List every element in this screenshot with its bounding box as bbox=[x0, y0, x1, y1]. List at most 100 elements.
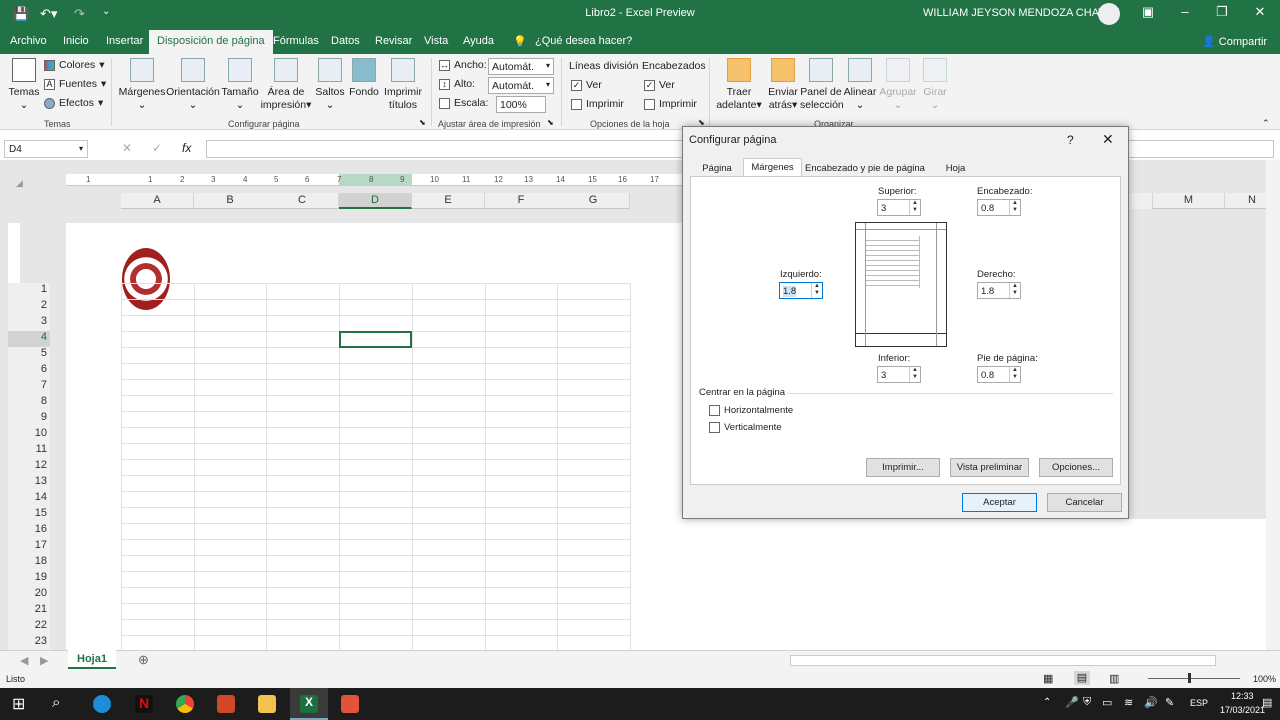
volume-icon[interactable]: 🔊 bbox=[1144, 696, 1158, 709]
column-header-m[interactable]: M bbox=[1152, 193, 1225, 209]
breaks-button[interactable]: Saltos ⌄ bbox=[313, 58, 347, 112]
row-header-15[interactable]: 15 bbox=[8, 507, 50, 523]
column-header-c[interactable]: C bbox=[266, 193, 339, 209]
themes-button[interactable]: Temas ⌄ bbox=[8, 58, 40, 112]
header-margin-input[interactable]: 0.8 ▲ ▼ bbox=[977, 199, 1021, 216]
gridlines-view-checkbox[interactable]: ✓ Ver bbox=[571, 79, 602, 91]
enter-icon[interactable]: ✓ bbox=[152, 141, 162, 155]
row-header-9[interactable]: 9 bbox=[8, 411, 50, 427]
insert-function-icon[interactable]: fx bbox=[182, 141, 191, 155]
background-button[interactable]: Fondo bbox=[347, 58, 381, 99]
row-header-13[interactable]: 13 bbox=[8, 475, 50, 491]
tab-insertar[interactable]: Insertar bbox=[106, 35, 143, 47]
right-margin-input[interactable]: 1.8 ▲ ▼ bbox=[977, 282, 1021, 299]
tab-encabezado-pie[interactable]: Encabezado y pie de página bbox=[805, 160, 925, 177]
colors-button[interactable]: Colores ▾ bbox=[44, 59, 104, 71]
column-header-f[interactable]: F bbox=[485, 193, 558, 209]
row-header-10[interactable]: 10 bbox=[8, 427, 50, 443]
row-header-12[interactable]: 12 bbox=[8, 459, 50, 475]
share-button[interactable]: 👤 Compartir bbox=[1202, 35, 1267, 48]
column-header-a[interactable]: A bbox=[121, 193, 194, 209]
page-layout-view-icon[interactable]: ▤ bbox=[1074, 671, 1090, 685]
row-header-23[interactable]: 23 bbox=[8, 635, 50, 651]
row-header-1[interactable]: 1 bbox=[8, 283, 50, 299]
row-header-21[interactable]: 21 bbox=[8, 603, 50, 619]
restore-icon[interactable]: ❐ bbox=[1212, 4, 1232, 20]
height-select[interactable]: Automát. ▾ bbox=[488, 77, 554, 94]
row-header-7[interactable]: 7 bbox=[8, 379, 50, 395]
help-button[interactable]: ? bbox=[1067, 133, 1074, 147]
powerpoint-icon[interactable] bbox=[217, 695, 235, 713]
effects-button[interactable]: Efectos ▾ bbox=[44, 97, 103, 109]
tab-margenes[interactable]: Márgenes bbox=[743, 158, 802, 178]
align-button[interactable]: Alinear ⌄ bbox=[842, 58, 878, 112]
row-header-22[interactable]: 22 bbox=[8, 619, 50, 635]
horizontal-scrollbar[interactable] bbox=[790, 655, 1216, 666]
row-header-18[interactable]: 18 bbox=[8, 555, 50, 571]
prev-sheet-icon[interactable]: ◀ bbox=[20, 654, 28, 667]
scale-input[interactable]: 100% bbox=[496, 96, 546, 113]
file-explorer-icon[interactable] bbox=[258, 695, 276, 713]
column-header-b[interactable]: B bbox=[194, 193, 267, 209]
dialog-launcher-icon[interactable]: ⬊ bbox=[419, 118, 426, 127]
tray-chevron-icon[interactable]: ⌃ bbox=[1043, 697, 1051, 708]
select-all-icon[interactable]: ◢ bbox=[16, 178, 23, 189]
bring-forward-button[interactable]: Traer adelante▾ bbox=[715, 58, 763, 112]
row-header-8[interactable]: 8 bbox=[8, 395, 50, 411]
language-indicator[interactable]: ESP bbox=[1190, 698, 1208, 708]
close-icon[interactable]: ✕ bbox=[1250, 4, 1270, 20]
footer-margin-input[interactable]: 0.8 ▲ ▼ bbox=[977, 366, 1021, 383]
gridlines-print-checkbox[interactable]: Imprimir bbox=[571, 98, 624, 110]
margins-button[interactable]: Márgenes ⌄ bbox=[118, 58, 166, 112]
university-logo[interactable] bbox=[122, 248, 170, 310]
zoom-slider[interactable] bbox=[1148, 678, 1240, 679]
dialog-launcher-icon[interactable]: ⬊ bbox=[547, 118, 554, 127]
dialog-close-icon[interactable]: ✕ bbox=[1102, 131, 1114, 148]
fonts-button[interactable]: A Fuentes ▾ bbox=[44, 78, 106, 90]
tab-pagina[interactable]: Página bbox=[697, 160, 737, 177]
row-header-20[interactable]: 20 bbox=[8, 587, 50, 603]
netflix-icon[interactable]: N bbox=[135, 695, 153, 713]
size-button[interactable]: Tamaño ⌄ bbox=[220, 58, 260, 112]
row-header-11[interactable]: 11 bbox=[8, 443, 50, 459]
column-header-g[interactable]: G bbox=[557, 193, 630, 209]
edge-icon[interactable] bbox=[93, 695, 111, 713]
tab-formulas[interactable]: Fórmulas bbox=[273, 35, 319, 47]
sheet-tab-hoja1[interactable]: Hoja1 bbox=[68, 650, 116, 669]
clock-date[interactable]: 17/03/2021 bbox=[1220, 705, 1265, 715]
row-header-3[interactable]: 3 bbox=[8, 315, 50, 331]
page-break-view-icon[interactable]: ▥ bbox=[1109, 672, 1119, 685]
print-preview-button[interactable]: Vista preliminar bbox=[950, 458, 1029, 477]
headings-print-checkbox[interactable]: Imprimir bbox=[644, 98, 697, 110]
width-select[interactable]: Automát. ▾ bbox=[488, 58, 554, 75]
row-header-19[interactable]: 19 bbox=[8, 571, 50, 587]
clock-time[interactable]: 12:33 bbox=[1231, 691, 1254, 701]
print-button[interactable]: Imprimir... bbox=[866, 458, 940, 477]
add-sheet-icon[interactable]: ⊕ bbox=[138, 652, 149, 668]
zoom-level[interactable]: 100% bbox=[1253, 674, 1276, 684]
cancel-button[interactable]: Cancelar bbox=[1047, 493, 1122, 512]
tab-revisar[interactable]: Revisar bbox=[375, 35, 412, 47]
row-header-17[interactable]: 17 bbox=[8, 539, 50, 555]
send-backward-button[interactable]: Enviar atrás▾ bbox=[764, 58, 802, 112]
row-header-2[interactable]: 2 bbox=[8, 299, 50, 315]
zoom-slider-thumb[interactable] bbox=[1188, 673, 1191, 683]
next-sheet-icon[interactable]: ▶ bbox=[40, 654, 48, 667]
left-margin-input[interactable]: 1.8 ▲ ▼ bbox=[779, 282, 823, 299]
tab-datos[interactable]: Datos bbox=[331, 35, 360, 47]
ribbon-display-icon[interactable]: ▣ bbox=[1138, 4, 1158, 20]
row-header-5[interactable]: 5 bbox=[8, 347, 50, 363]
windows-start-icon[interactable]: ⊞ bbox=[12, 694, 25, 714]
collapse-ribbon-icon[interactable]: ⌃ bbox=[1262, 118, 1270, 129]
vertically-checkbox[interactable]: Verticalmente bbox=[709, 422, 782, 433]
avatar[interactable] bbox=[1098, 3, 1120, 25]
row-header-4[interactable]: 4 bbox=[8, 331, 50, 347]
tab-vista[interactable]: Vista bbox=[424, 35, 448, 47]
column-header-e[interactable]: E bbox=[412, 193, 485, 209]
selected-cell-d4[interactable] bbox=[339, 331, 412, 348]
column-header-d[interactable]: D bbox=[339, 193, 412, 209]
cancel-icon[interactable]: ✕ bbox=[122, 141, 132, 155]
app-icon[interactable] bbox=[341, 695, 359, 713]
group-button[interactable]: Agrupar ⌄ bbox=[878, 58, 918, 112]
headings-view-checkbox[interactable]: ✓ Ver bbox=[644, 79, 675, 91]
